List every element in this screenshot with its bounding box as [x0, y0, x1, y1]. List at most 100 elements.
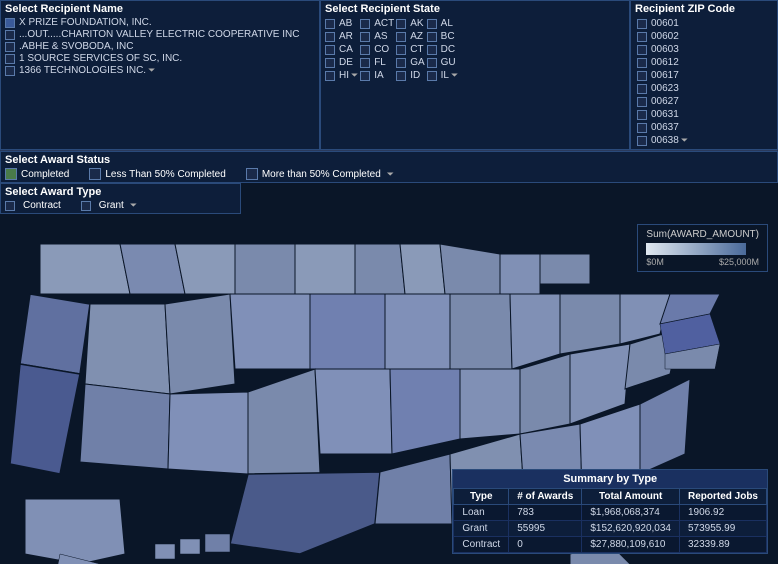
- state-nd[interactable]: [235, 244, 295, 294]
- scroll-icon[interactable]: ⏷: [351, 70, 358, 81]
- checkbox-icon[interactable]: [637, 71, 647, 81]
- checkbox-icon[interactable]: [637, 58, 647, 68]
- state-item[interactable]: FL: [360, 57, 394, 68]
- checkbox-icon[interactable]: [5, 54, 15, 64]
- type-grant[interactable]: Grant ⏷: [81, 200, 137, 211]
- state-item[interactable]: AZ: [396, 31, 424, 42]
- state-mn[interactable]: [295, 244, 355, 294]
- checkbox-icon[interactable]: [5, 42, 15, 52]
- checkbox-icon[interactable]: [637, 97, 647, 107]
- checkbox-icon[interactable]: [637, 45, 647, 55]
- checkbox-icon[interactable]: [5, 18, 15, 28]
- state-az[interactable]: [80, 384, 170, 469]
- state-item[interactable]: AR: [325, 31, 358, 42]
- state-hi-2[interactable]: [180, 539, 200, 554]
- list-item[interactable]: X PRIZE FOUNDATION, INC.: [5, 17, 315, 28]
- state-item[interactable]: AS: [360, 31, 394, 42]
- scroll-icon[interactable]: ⏷: [387, 169, 394, 180]
- checkbox-icon[interactable]: [360, 32, 370, 42]
- zip-item[interactable]: 00617: [637, 70, 706, 81]
- state-vt-me[interactable]: [540, 254, 590, 284]
- zip-item[interactable]: 00638⏷: [637, 135, 706, 146]
- checkbox-icon[interactable]: [427, 45, 437, 55]
- state-hi-1[interactable]: [155, 544, 175, 559]
- checkbox-icon[interactable]: [637, 123, 647, 133]
- checkbox-icon[interactable]: [396, 32, 406, 42]
- state-item[interactable]: AK: [396, 18, 424, 29]
- state-sd[interactable]: [310, 294, 385, 369]
- status-box-more[interactable]: [246, 168, 258, 180]
- checkbox-icon[interactable]: [637, 110, 647, 120]
- state-item[interactable]: BC: [427, 31, 459, 42]
- state-item[interactable]: AL: [427, 18, 459, 29]
- state-item[interactable]: DE: [325, 57, 358, 68]
- checkbox-icon[interactable]: [427, 58, 437, 68]
- checkbox-icon[interactable]: [360, 58, 370, 68]
- state-or[interactable]: [20, 294, 90, 374]
- state-item[interactable]: CT: [396, 44, 424, 55]
- zip-item[interactable]: 00602: [637, 31, 706, 42]
- state-hi-3[interactable]: [205, 534, 230, 552]
- state-nv[interactable]: [85, 304, 170, 394]
- checkbox-icon[interactable]: [637, 19, 647, 29]
- status-box-completed[interactable]: [5, 168, 17, 180]
- zip-item[interactable]: 00637: [637, 122, 706, 133]
- state-pa[interactable]: [560, 294, 620, 354]
- checkbox-icon[interactable]: [427, 32, 437, 42]
- state-wi[interactable]: [355, 244, 405, 294]
- scroll-icon[interactable]: ⏷: [681, 135, 688, 146]
- zip-item[interactable]: 00612: [637, 57, 706, 68]
- status-box-less[interactable]: [89, 168, 101, 180]
- state-item[interactable]: GA: [396, 57, 424, 68]
- state-item[interactable]: ACT: [360, 18, 394, 29]
- state-il-in[interactable]: [450, 294, 512, 369]
- checkbox-icon[interactable]: [360, 19, 370, 29]
- status-more[interactable]: More than 50% Completed ⏷: [246, 168, 394, 180]
- scroll-icon[interactable]: ⏷: [148, 65, 155, 76]
- checkbox-icon[interactable]: [427, 19, 437, 29]
- checkbox-icon[interactable]: [325, 58, 335, 68]
- state-mi-upper[interactable]: [400, 244, 445, 294]
- state-item[interactable]: GU: [427, 57, 459, 68]
- checkbox-contract[interactable]: [5, 201, 15, 211]
- list-item[interactable]: 1 SOURCE SERVICES OF SC, INC.: [5, 53, 315, 64]
- state-item[interactable]: CA: [325, 44, 358, 55]
- list-item[interactable]: 1366 TECHNOLOGIES INC. ⏷: [5, 65, 315, 76]
- checkbox-icon[interactable]: [637, 32, 647, 42]
- checkbox-icon[interactable]: [5, 66, 15, 76]
- checkbox-icon[interactable]: [396, 71, 406, 81]
- checkbox-icon[interactable]: [637, 84, 647, 94]
- checkbox-icon[interactable]: [325, 45, 335, 55]
- state-mt[interactable]: [175, 244, 235, 294]
- checkbox-icon[interactable]: [396, 45, 406, 55]
- checkbox-icon[interactable]: [360, 45, 370, 55]
- status-less[interactable]: Less Than 50% Completed: [89, 168, 225, 180]
- state-item[interactable]: DC: [427, 44, 459, 55]
- state-item[interactable]: HI⏷: [325, 70, 358, 81]
- state-nm[interactable]: [168, 392, 248, 474]
- list-item[interactable]: ...OUT.....CHARITON VALLEY ELECTRIC COOP…: [5, 29, 315, 40]
- state-id-s[interactable]: [165, 294, 235, 394]
- state-ny[interactable]: [500, 254, 540, 294]
- zip-item[interactable]: 00623: [637, 83, 706, 94]
- checkbox-icon[interactable]: [637, 136, 647, 146]
- zip-item[interactable]: 00627: [637, 96, 706, 107]
- checkbox-icon[interactable]: [325, 32, 335, 42]
- state-id[interactable]: [120, 244, 185, 294]
- state-item[interactable]: AB: [325, 18, 358, 29]
- state-ia-ne[interactable]: [385, 294, 450, 369]
- zip-item[interactable]: 00601: [637, 18, 706, 29]
- state-wa[interactable]: [40, 244, 130, 294]
- checkbox-icon[interactable]: [396, 19, 406, 29]
- zip-item[interactable]: 00603: [637, 44, 706, 55]
- checkbox-icon[interactable]: [427, 71, 437, 81]
- state-mo[interactable]: [390, 369, 460, 454]
- zip-item[interactable]: 00631: [637, 109, 706, 120]
- checkbox-icon[interactable]: [325, 19, 335, 29]
- state-item[interactable]: CO: [360, 44, 394, 55]
- state-item[interactable]: IL⏷: [427, 70, 459, 81]
- state-item[interactable]: IA: [360, 70, 394, 81]
- status-completed[interactable]: Completed: [5, 168, 69, 180]
- state-ak[interactable]: [25, 499, 125, 564]
- state-ks[interactable]: [315, 369, 392, 454]
